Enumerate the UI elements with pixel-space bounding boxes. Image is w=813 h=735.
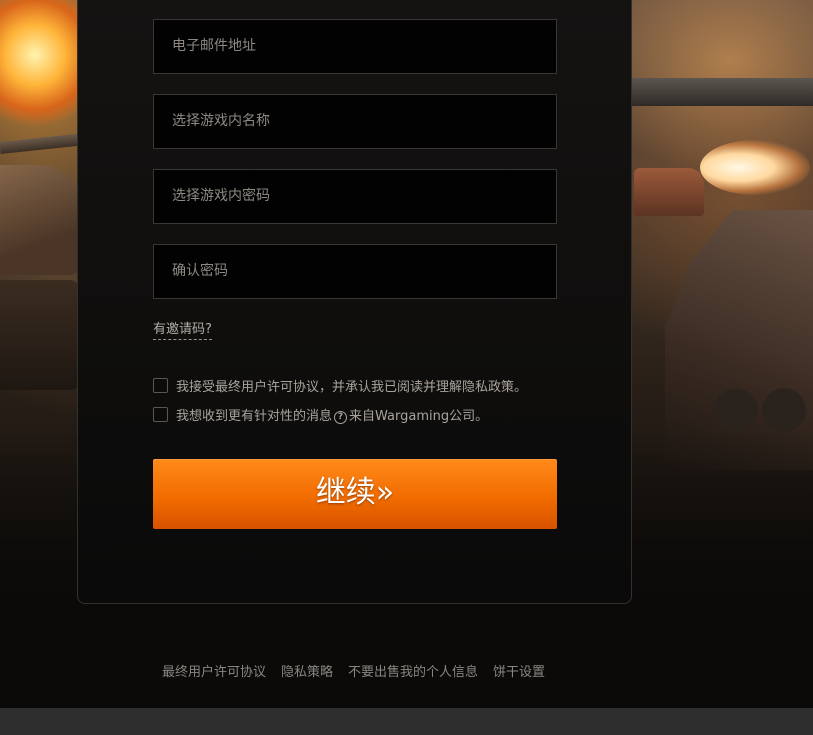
tank-distant-image xyxy=(634,168,704,216)
confirm-password-field[interactable]: 确认密码 xyxy=(153,244,557,299)
tank-right-barrel-image xyxy=(605,78,813,106)
footer-link-do-not-sell[interactable]: 不要出售我的个人信息 xyxy=(348,661,478,680)
bottom-bar xyxy=(0,708,813,735)
tank-left-image xyxy=(0,165,80,275)
footer-links: 最终用户许可协议 隐私策略 不要出售我的个人信息 饼干设置 xyxy=(162,661,545,680)
tank-left-tracks-image xyxy=(0,280,80,390)
game-password-field[interactable]: 选择游戏内密码 xyxy=(153,169,557,224)
marketing-label-after: 来自Wargaming公司。 xyxy=(349,408,489,424)
continue-button[interactable]: 继续» xyxy=(153,459,557,529)
eula-checkbox[interactable] xyxy=(153,377,168,393)
footer-link-eula[interactable]: 最终用户许可协议 xyxy=(162,661,266,680)
footer-link-cookie-settings[interactable]: 饼干设置 xyxy=(493,661,545,680)
footer-link-privacy[interactable]: 隐私策略 xyxy=(281,661,333,680)
muzzle-flash-image xyxy=(700,140,810,195)
invite-code-link[interactable]: 有邀请码? xyxy=(153,318,212,340)
marketing-label-before: 我想收到更有针对性的消息 xyxy=(176,408,333,424)
eula-checkbox-row: 我接受最终用户许可协议，并承认我已阅读并理解隐私政策。 xyxy=(153,376,528,395)
eula-checkbox-label: 我接受最终用户许可协议，并承认我已阅读并理解隐私政策。 xyxy=(176,379,528,395)
email-field[interactable]: 电子邮件地址 xyxy=(153,19,557,74)
marketing-checkbox-label: 我想收到更有针对性的消息? 来自Wargaming公司。 xyxy=(176,405,488,424)
help-icon[interactable]: ? xyxy=(334,410,348,424)
game-name-field[interactable]: 选择游戏内名称 xyxy=(153,94,557,149)
marketing-checkbox-row: 我想收到更有针对性的消息? 来自Wargaming公司。 xyxy=(153,405,488,424)
marketing-checkbox[interactable] xyxy=(153,406,168,422)
